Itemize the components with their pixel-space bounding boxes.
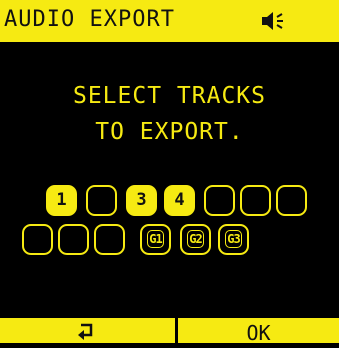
group-track-label: G1 <box>147 230 164 248</box>
track-button[interactable]: 3 <box>126 185 157 216</box>
ok-button[interactable]: OK <box>178 318 339 345</box>
track-button[interactable] <box>22 224 53 255</box>
return-arrow-icon <box>78 323 93 340</box>
track-button[interactable]: 4 <box>164 185 195 216</box>
group-track-button[interactable]: G1 <box>140 224 171 255</box>
soft-key-bar: OK <box>0 318 339 345</box>
track-button[interactable] <box>204 185 235 216</box>
group-track-button[interactable]: G3 <box>218 224 249 255</box>
speaker-icon <box>262 12 283 30</box>
title-bar: AUDIO EXPORT <box>0 0 339 42</box>
group-track-label: G3 <box>225 230 242 248</box>
track-button[interactable] <box>240 185 271 216</box>
track-button[interactable] <box>58 224 89 255</box>
group-track-button[interactable]: G2 <box>180 224 211 255</box>
track-button[interactable]: 1 <box>46 185 77 216</box>
back-button[interactable] <box>0 318 175 343</box>
track-button[interactable] <box>94 224 125 255</box>
instruction-line-1: SELECT TRACKS <box>72 83 266 109</box>
screen-title: AUDIO EXPORT <box>4 7 175 32</box>
instruction-line-2: TO EXPORT. <box>95 119 244 145</box>
track-button[interactable] <box>86 185 117 216</box>
device-screen: AUDIO EXPORT SELECT TRACKS TO EXPORT. 1 … <box>0 0 339 345</box>
track-button[interactable] <box>276 185 307 216</box>
group-track-label: G2 <box>187 230 204 248</box>
